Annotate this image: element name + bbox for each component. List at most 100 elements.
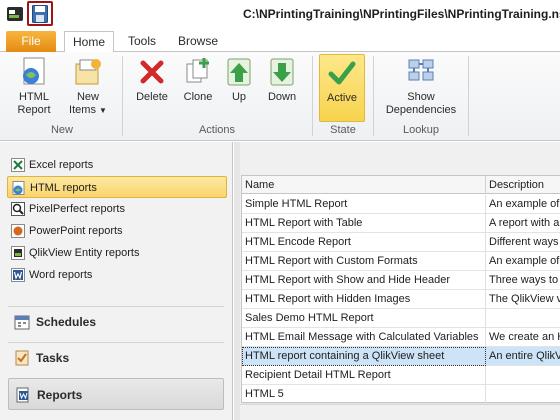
arrow-up-icon xyxy=(227,58,251,86)
new-items-button[interactable]: New Items ▼ xyxy=(64,56,112,117)
nav-item-excel-reports[interactable]: Excel reports xyxy=(7,154,227,176)
table-row[interactable]: Simple HTML ReportAn example of a xyxy=(242,195,560,214)
left-navigation-pane: Excel reports HTML reports PixelPerfect … xyxy=(0,142,233,420)
group-separator xyxy=(122,56,123,136)
report-grid: Name Description Simple HTML Report An ex… xyxy=(241,175,560,404)
nav-item-powerpoint-reports[interactable]: PowerPoint reports xyxy=(7,220,227,242)
html-icon xyxy=(12,181,25,195)
column-header-description[interactable]: Description xyxy=(486,176,560,194)
report-type-list: Excel reports HTML reports PixelPerfect … xyxy=(7,154,227,286)
cell-name: Recipient Detail HTML Report xyxy=(242,366,486,385)
word-icon xyxy=(11,268,25,282)
show-dependencies-button[interactable]: Show Dependencies xyxy=(381,56,461,117)
calendar-icon xyxy=(14,315,30,330)
html-report-label: HTML Report xyxy=(17,91,51,116)
arrow-down-icon xyxy=(270,58,294,86)
delete-label: Delete xyxy=(136,91,168,103)
active-label: Active xyxy=(327,92,357,104)
nav-item-word-reports[interactable]: Word reports xyxy=(7,264,227,286)
cell-description: The QlikView va xyxy=(489,293,560,305)
pixelperfect-icon xyxy=(11,202,25,216)
section-label: Reports xyxy=(37,388,83,402)
cell-description: We create an H xyxy=(489,331,560,343)
table-row[interactable]: Sales Demo HTML Report xyxy=(242,309,560,328)
table-row[interactable]: HTML Report with Show and Hide Header Thr… xyxy=(242,271,560,290)
app-icon[interactable] xyxy=(6,5,24,23)
group-separator xyxy=(373,56,374,136)
cell-name: Sales Demo HTML Report xyxy=(242,309,486,328)
up-button[interactable]: Up xyxy=(222,56,256,104)
ribbon: HTML Report New Items ▼ New Delete Clone… xyxy=(0,52,560,141)
tab-home[interactable]: Home xyxy=(64,31,114,53)
cell-description: Different ways xyxy=(489,236,559,248)
html-report-button[interactable]: HTML Report xyxy=(8,56,60,117)
new-items-label: New Items xyxy=(69,91,99,116)
delete-icon xyxy=(140,60,164,84)
table-row[interactable]: HTML Report with Table A report with a xyxy=(242,214,560,233)
table-row[interactable]: Recipient Detail HTML Report xyxy=(242,366,560,385)
grid-header: Name Description xyxy=(242,176,560,194)
nav-item-label: PowerPoint reports xyxy=(29,225,123,237)
clone-icon xyxy=(186,58,209,83)
section-tasks[interactable]: Tasks xyxy=(8,342,224,374)
cell-name: HTML Report with Custom Formats xyxy=(242,252,486,271)
active-toggle-button[interactable]: Active xyxy=(319,54,365,122)
section-reports[interactable]: Reports xyxy=(8,378,224,410)
html-report-icon xyxy=(23,57,45,85)
title-bar: C:\NPrintingTraining\NPrintingFiles\NPri… xyxy=(0,0,560,28)
group-new-label: New xyxy=(50,124,73,136)
cell-name: HTML 5 xyxy=(242,385,486,404)
delete-button[interactable]: Delete xyxy=(130,56,174,104)
tab-file[interactable]: File xyxy=(6,31,56,52)
cell-description xyxy=(486,385,560,404)
up-label: Up xyxy=(231,91,247,103)
cell-description: An entire QlikV xyxy=(489,350,560,362)
window-title: C:\NPrintingTraining\NPrintingFiles\NPri… xyxy=(243,7,560,21)
cell-description: An example of a xyxy=(489,198,560,210)
nav-item-pixelperfect-reports[interactable]: PixelPerfect reports xyxy=(7,198,227,220)
horizontal-scrollbar[interactable] xyxy=(240,404,560,420)
down-button[interactable]: Down xyxy=(262,56,302,104)
nav-item-label: Excel reports xyxy=(29,159,94,171)
section-schedules[interactable]: Schedules xyxy=(8,306,224,338)
cell-description: A report with a xyxy=(489,217,560,229)
report-grid-pane: Name Description Simple HTML Report An ex… xyxy=(240,142,560,420)
table-row[interactable]: HTML Encode Report Different ways xyxy=(242,233,560,252)
nav-item-label: QlikView Entity reports xyxy=(29,247,140,259)
section-label: Schedules xyxy=(36,315,97,329)
powerpoint-icon xyxy=(11,224,25,238)
cell-description xyxy=(486,309,560,328)
chevron-down-icon: ▼ xyxy=(99,106,107,115)
save-icon xyxy=(32,5,48,23)
save-button[interactable] xyxy=(27,1,53,26)
show-dependencies-label: Show Dependencies xyxy=(385,91,457,116)
cell-description: An example of l xyxy=(489,255,560,267)
group-separator xyxy=(312,56,313,136)
nav-item-html-reports[interactable]: HTML reports xyxy=(7,176,227,198)
group-state-label: State xyxy=(330,124,356,136)
table-row[interactable]: HTML 5 xyxy=(242,385,560,404)
ribbon-tab-row: File Home Tools Browse xyxy=(0,28,560,53)
nav-item-qlikview-entity-reports[interactable]: QlikView Entity reports xyxy=(7,242,227,264)
table-row[interactable]: HTML Report with Custom Formats An exampl… xyxy=(242,252,560,271)
tab-tools[interactable]: Tools xyxy=(118,31,166,52)
column-header-name[interactable]: Name xyxy=(242,176,486,194)
cell-name: Simple HTML Report xyxy=(242,195,486,214)
clone-button[interactable]: Clone xyxy=(178,56,218,104)
cell-description xyxy=(486,366,560,385)
table-row[interactable]: HTML Report with Hidden Images The QlikVi… xyxy=(242,290,560,309)
excel-icon xyxy=(11,158,25,172)
tab-browse[interactable]: Browse xyxy=(170,31,226,52)
clone-label: Clone xyxy=(183,91,213,103)
group-lookup-label: Lookup xyxy=(402,124,440,136)
nav-item-label: Word reports xyxy=(29,269,93,281)
section-label: Tasks xyxy=(36,351,70,365)
table-row[interactable]: HTML Email Message with Calculated Varia… xyxy=(242,328,560,347)
cell-name: HTML Report with Table xyxy=(242,214,486,233)
cell-name: HTML Encode Report xyxy=(242,233,486,252)
group-separator xyxy=(468,56,469,136)
cell-name: HTML Email Message with Calculated Varia… xyxy=(242,328,486,347)
reports-icon xyxy=(16,387,29,403)
checkmark-icon xyxy=(328,61,356,85)
table-row[interactable]: HTML report containing a QlikView sheet A… xyxy=(242,347,560,366)
